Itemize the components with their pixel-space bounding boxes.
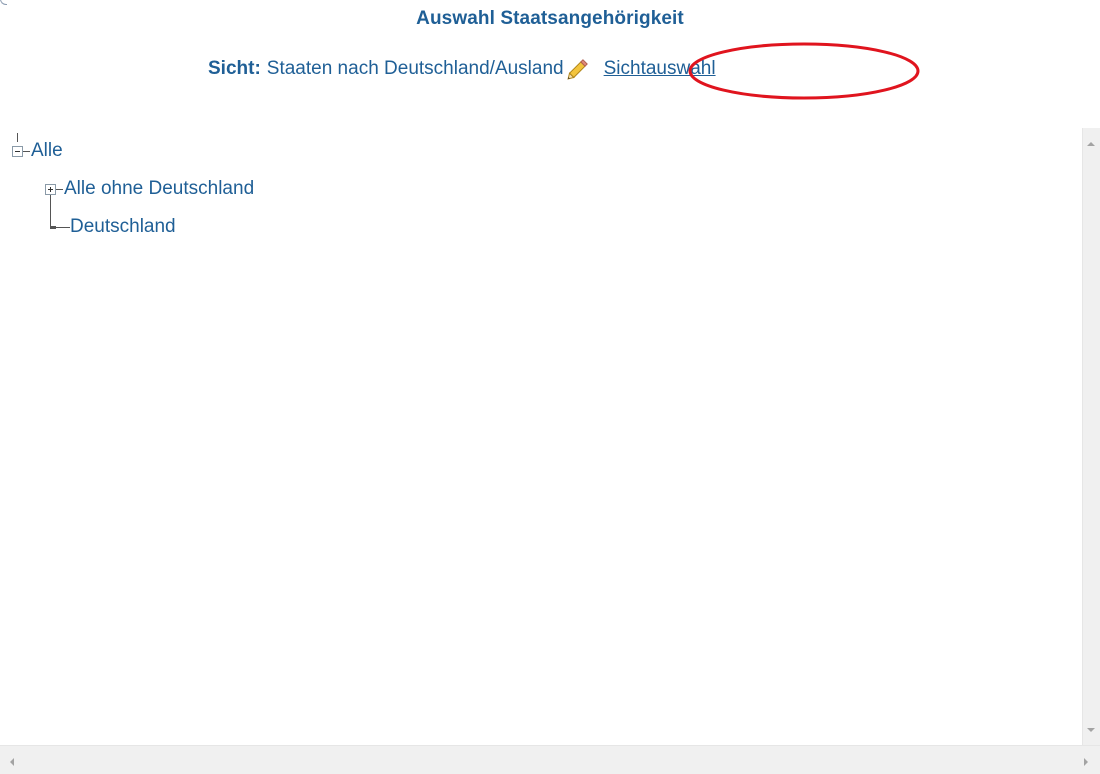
expand-icon[interactable]	[45, 183, 56, 195]
tree-connector	[56, 188, 63, 190]
tree-connector	[23, 150, 30, 152]
view-selection-link[interactable]: Sichtauswahl	[604, 58, 716, 80]
tree-connector	[50, 207, 51, 226]
scroll-left-arrow-icon[interactable]	[10, 758, 14, 766]
view-prefix-label: Sicht:	[208, 58, 261, 79]
horizontal-scrollbar[interactable]	[0, 745, 1100, 774]
tree-connector	[17, 133, 18, 142]
collapse-icon[interactable]	[12, 145, 23, 157]
tree-node-label[interactable]: Deutschland	[70, 216, 176, 238]
current-view-text: Staaten nach Deutschland/Ausland	[266, 58, 564, 79]
tree-node-item[interactable]: Deutschland	[45, 207, 254, 246]
scroll-up-arrow-icon[interactable]	[1087, 142, 1095, 146]
country-selection-page: Auswahl Staatsangehörigkeit Sicht: Staat…	[0, 0, 1100, 774]
view-line: Sicht: Staaten nach Deutschland/Ausland …	[208, 56, 716, 82]
vertical-scrollbar[interactable]	[1082, 128, 1100, 746]
tree-panel: Alle Alle ohne Deutschland Deutschland	[0, 128, 1100, 774]
highlight-ellipse-annotation	[688, 42, 920, 100]
scroll-down-arrow-icon[interactable]	[1087, 728, 1095, 732]
corner-decoration	[0, 0, 7, 5]
scroll-right-arrow-icon[interactable]	[1084, 758, 1088, 766]
tree-node-label[interactable]: Alle	[31, 140, 63, 162]
tree-connector	[56, 226, 70, 228]
tree-node-item[interactable]: Alle ohne Deutschland	[45, 170, 254, 228]
page-title: Auswahl Staatsangehörigkeit	[416, 8, 684, 29]
country-tree: Alle Alle ohne Deutschland Deutschland	[12, 132, 254, 246]
pencil-icon[interactable]	[564, 56, 592, 82]
tree-node-root[interactable]: Alle	[12, 132, 254, 170]
tree-node-label[interactable]: Alle ohne Deutschland	[64, 178, 254, 200]
